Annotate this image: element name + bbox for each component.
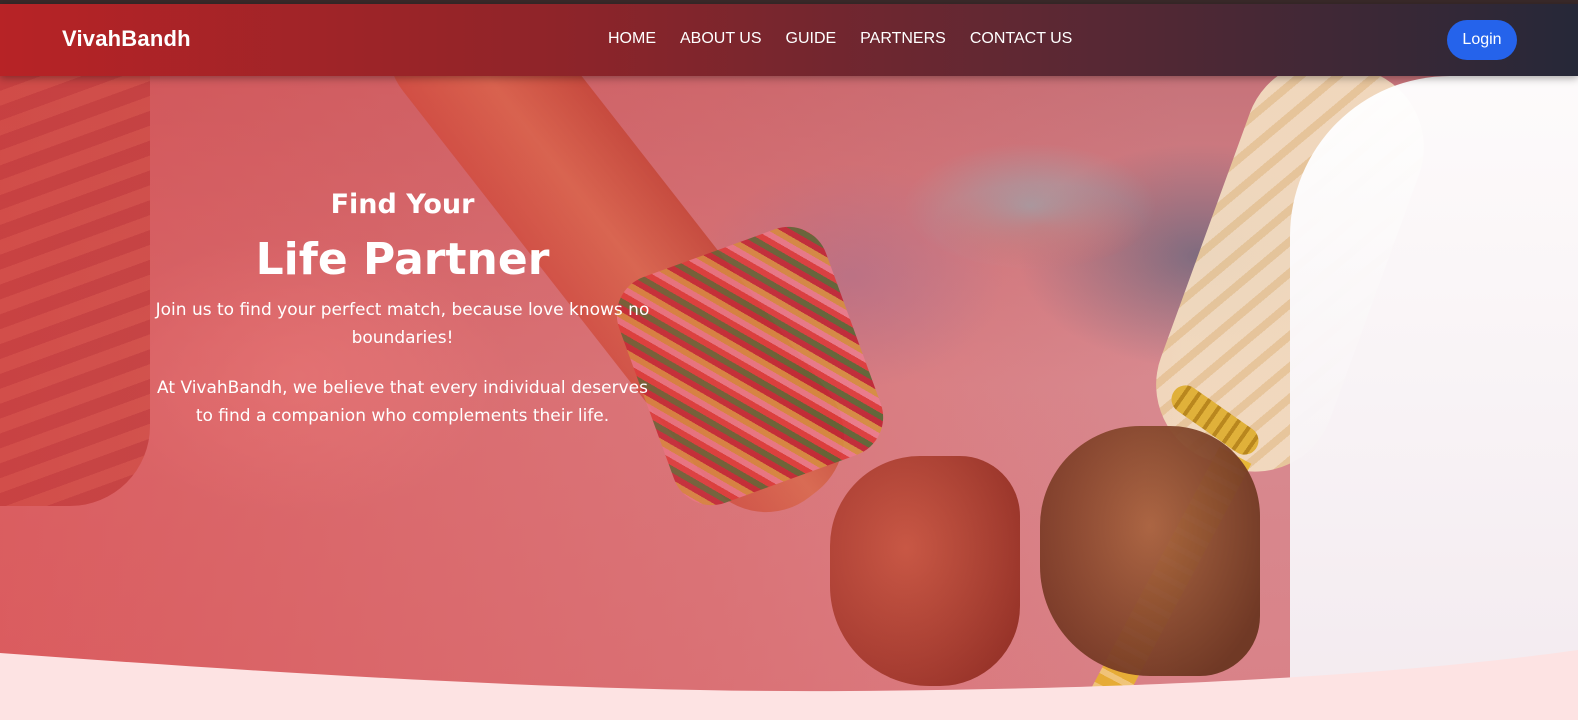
nav-partners[interactable]: PARTNERS bbox=[860, 30, 946, 48]
hero-content: Find Your Life Partner Join us to find y… bbox=[150, 186, 655, 430]
hero-kicker: Find Your bbox=[330, 189, 475, 220]
nav-contact-us[interactable]: CONTACT US bbox=[970, 30, 1073, 48]
nav-about-us[interactable]: ABOUT US bbox=[680, 30, 762, 48]
nav-home[interactable]: HOME bbox=[608, 30, 656, 48]
hero-description: At VivahBandh, we believe that every ind… bbox=[157, 378, 648, 426]
navbar: VivahBandh HOME ABOUT US GUIDE PARTNERS … bbox=[0, 4, 1578, 76]
nav-guide[interactable]: GUIDE bbox=[786, 30, 837, 48]
hero-tagline: Join us to find your perfect match, beca… bbox=[155, 300, 650, 348]
hero-title: Life Partner bbox=[255, 234, 550, 285]
login-button[interactable]: Login bbox=[1447, 20, 1517, 60]
brand-logo[interactable]: VivahBandh bbox=[62, 26, 191, 52]
hero-wave-divider bbox=[0, 650, 1578, 720]
main-nav: HOME ABOUT US GUIDE PARTNERS CONTACT US bbox=[608, 30, 1072, 48]
